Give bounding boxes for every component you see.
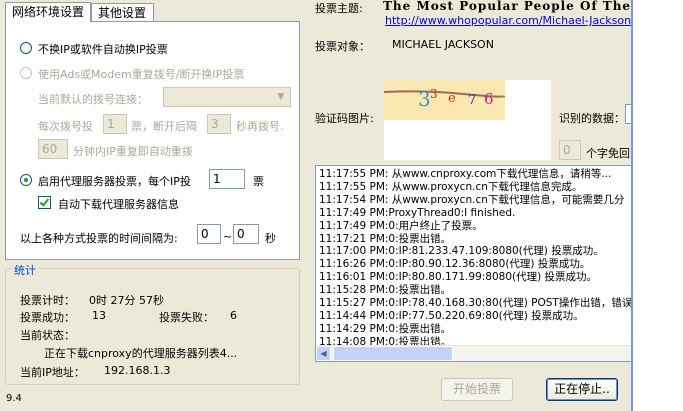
current-status-label: 当前状态： xyxy=(20,329,75,342)
svg-text:7: 7 xyxy=(468,93,476,108)
tab-network-settings[interactable]: 网络环境设置 xyxy=(5,2,91,22)
svg-text:3: 3 xyxy=(430,87,438,101)
log-line: 11:17:49 PM:ProxyThread0:I finished. xyxy=(319,206,516,219)
interval-unit-label: 秒 xyxy=(265,232,276,245)
recognized-data-label: 识别的数据： xyxy=(559,112,625,125)
interval-min-input[interactable]: 0 xyxy=(197,224,221,244)
statistics-title: 统计 xyxy=(12,262,38,278)
interval-max-input[interactable]: 0 xyxy=(233,224,259,244)
log-line: 11:16:01 PM:0:IP:80.80.171.99:8080(代理) 投… xyxy=(319,271,598,284)
votes-per-ip-unit: 票 xyxy=(253,175,264,188)
current-ip-value: 192.168.1.3 xyxy=(104,364,171,377)
captcha-label: 验证码图片: xyxy=(315,112,374,125)
svg-text:e: e xyxy=(448,91,456,106)
vote-timer-value: 0时 27分 57秒 xyxy=(89,294,164,307)
version-label: 9.4 xyxy=(6,393,22,404)
char-count-input[interactable]: 0 xyxy=(559,140,581,160)
auto-download-proxy-label: 自动下载代理服务器信息 xyxy=(58,198,179,211)
dial-connection-label: 当前默认的拨号连接： xyxy=(38,93,148,106)
captcha-image: 3 3 e 7 6 xyxy=(384,80,505,120)
tab-other-settings[interactable]: 其他设置 xyxy=(91,3,154,21)
auto-download-proxy-checkbox[interactable] xyxy=(38,196,51,209)
radio-proxy-vote[interactable] xyxy=(20,174,32,186)
disconnect-wait-label: 票，断开后隔 xyxy=(131,120,197,133)
horizontal-scrollbar[interactable]: ◀ xyxy=(316,345,632,361)
svg-text:6: 6 xyxy=(484,90,494,108)
proxy-vote-label: 启用代理服务器投票，每个IP投 xyxy=(38,175,191,188)
log-line: 11:17:49 PM:0:用户终止了投票。 xyxy=(319,219,483,232)
scroll-thumb[interactable] xyxy=(333,346,453,361)
current-ip-label: 当前IP地址： xyxy=(20,366,85,379)
vote-interval-label: 以上各种方式投票的时间间隔为: xyxy=(20,232,178,245)
current-status-value: 正在下载cnproxy的代理服务器列表4... xyxy=(44,347,238,360)
svg-text:3: 3 xyxy=(418,87,431,111)
window-border xyxy=(631,0,633,411)
vote-theme-value: The Most Popular People Of The W xyxy=(383,0,633,13)
vote-fail-label: 投票失败： xyxy=(159,311,214,324)
log-lines: 11:17:55 PM: 从www.cnproxy.com下载代理信息，请稍等.… xyxy=(316,166,632,349)
interval-separator: ~ xyxy=(223,230,233,243)
log-line: 11:17:21 PM:0:投票出错。 xyxy=(319,232,452,245)
log-listbox[interactable]: 11:17:55 PM: 从www.cnproxy.com下载代理信息，请稍等.… xyxy=(315,165,633,362)
log-line: 11:14:29 PM:0:投票出错。 xyxy=(319,322,452,335)
repeat-minutes-label: 分钟内IP重复即自动重拨 xyxy=(73,145,193,158)
log-line: 11:17:54 PM: 从www.proxycn.cn下载代理信息，可能需要几… xyxy=(319,193,625,206)
log-line: 11:17:55 PM: 从www.cnproxy.com下载代理信息，请稍等.… xyxy=(319,168,612,180)
votes-per-dial-input[interactable]: 1 xyxy=(103,114,127,134)
vote-page-link[interactable]: http://www.whopopular.com/Michael-Jackso… xyxy=(385,14,631,27)
vote-timer-label: 投票计时： xyxy=(20,294,75,307)
log-line: 11:17:55 PM: 从www.proxycn.cn下载代理信息完成。 xyxy=(319,180,583,193)
dial-every-label: 每次拨号投 xyxy=(38,120,93,133)
votes-per-ip-input[interactable]: 1 xyxy=(209,169,245,189)
option-modem-redial-label: 使用Ads或Modem重复拨号/断开换IP投票 xyxy=(38,68,245,81)
vote-theme-label: 投票主题: xyxy=(315,2,363,15)
vote-fail-value: 6 xyxy=(230,309,237,322)
start-vote-button[interactable]: 开始投票 xyxy=(441,378,513,401)
dial-connection-select[interactable]: ▼ xyxy=(163,87,291,107)
char-count-label: 个字免回 xyxy=(586,147,630,160)
log-line: 11:15:27 PM:0:IP:78.40.168.30:80(代理) POS… xyxy=(319,297,633,310)
redial-seconds-label: 秒再拨号. xyxy=(236,120,284,133)
log-line: 11:17:00 PM:0:IP:81.233.47.109:8080(代理) … xyxy=(319,245,604,258)
stop-vote-button[interactable]: 正在停止.. xyxy=(546,378,618,401)
scroll-left-icon[interactable]: ◀ xyxy=(316,346,331,361)
chevron-down-icon: ▼ xyxy=(277,92,285,102)
option-no-ip-change-label: 不换IP或软件自动换IP投票 xyxy=(38,43,168,56)
log-line: 11:16:26 PM:0:IP:80.90.12.36:8080(代理) 投票… xyxy=(319,258,591,271)
redial-wait-input[interactable]: 3 xyxy=(207,114,231,134)
radio-modem-redial[interactable] xyxy=(20,67,32,79)
repeat-minutes-input[interactable]: 60 xyxy=(38,139,68,159)
radio-no-ip-change[interactable] xyxy=(20,42,32,54)
window-edge xyxy=(633,0,683,411)
vote-success-value: 13 xyxy=(92,309,106,322)
log-line: 11:15:28 PM:0:投票出错。 xyxy=(319,284,452,297)
vote-target-label: 投票对象： xyxy=(315,40,370,53)
log-line: 11:14:44 PM:0:IP:77.50.220.69:80(代理) 投票成… xyxy=(319,309,584,322)
vote-target-value: MICHAEL JACKSON xyxy=(392,38,494,51)
vote-success-label: 投票成功： xyxy=(20,311,75,324)
